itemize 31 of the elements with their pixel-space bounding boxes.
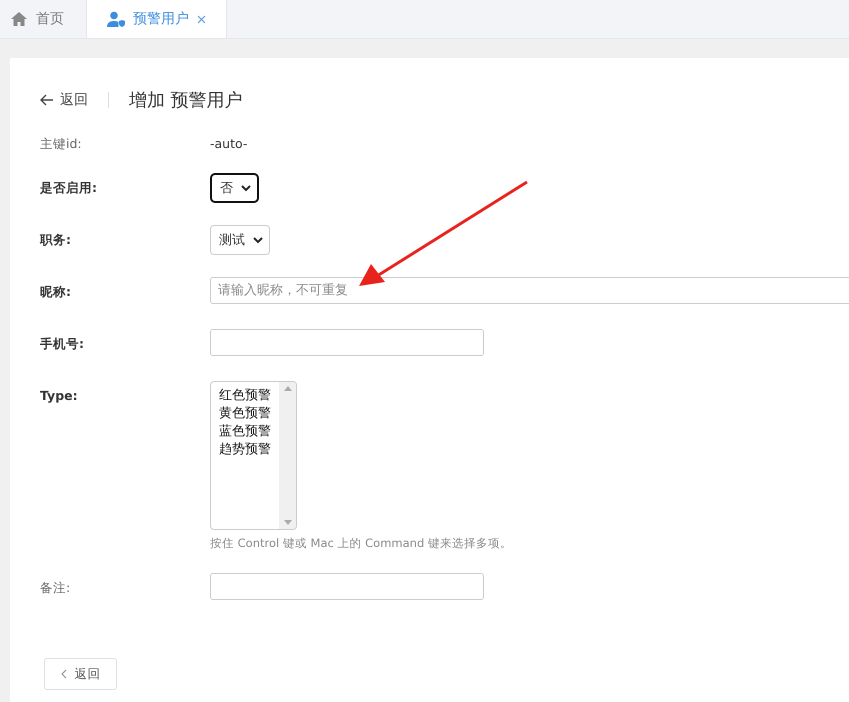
- scroll-down-icon[interactable]: [284, 520, 292, 525]
- select-dropdown[interactable]: 测试: [210, 225, 270, 255]
- field-label: 主键id:: [40, 135, 83, 153]
- help-text: 按住 Control 键或 Mac 上的 Command 键来选择多项。: [210, 536, 512, 551]
- page-title: 增加 预警用户: [129, 89, 243, 112]
- list-option[interactable]: 红色预警: [219, 387, 279, 405]
- chevron-left-icon: [60, 669, 66, 679]
- chevron-down-icon: [253, 236, 263, 244]
- user-shield-icon: [107, 11, 125, 27]
- scroll-up-icon[interactable]: [284, 386, 292, 391]
- list-option[interactable]: 趋势预警: [219, 441, 279, 459]
- input-field[interactable]: 请输入昵称，不可重复: [210, 277, 849, 304]
- field-label: 职务:: [40, 231, 72, 249]
- close-icon[interactable]: [197, 14, 206, 24]
- field-label: Type:: [40, 387, 79, 405]
- arrow-left-icon: [40, 94, 54, 106]
- home-icon: [10, 11, 28, 27]
- multi-select-list[interactable]: 红色预警 黄色预警 蓝色预警 趋势预警: [210, 381, 297, 530]
- list-option[interactable]: 黄色预警: [219, 405, 279, 423]
- field-label: 昵称:: [40, 283, 72, 301]
- input-field[interactable]: [210, 573, 484, 600]
- back-link[interactable]: 返回: [40, 91, 88, 109]
- back-button[interactable]: 返回: [44, 658, 117, 690]
- input-field[interactable]: [210, 329, 484, 356]
- list-option[interactable]: 蓝色预警: [219, 423, 279, 441]
- chevron-down-icon: [241, 184, 251, 192]
- field-label: 备注:: [40, 579, 72, 597]
- field-value: -auto-: [210, 135, 248, 153]
- field-label: 手机号:: [40, 335, 85, 353]
- field-label: 是否启用:: [40, 179, 98, 197]
- select-dropdown[interactable]: 否: [210, 173, 259, 203]
